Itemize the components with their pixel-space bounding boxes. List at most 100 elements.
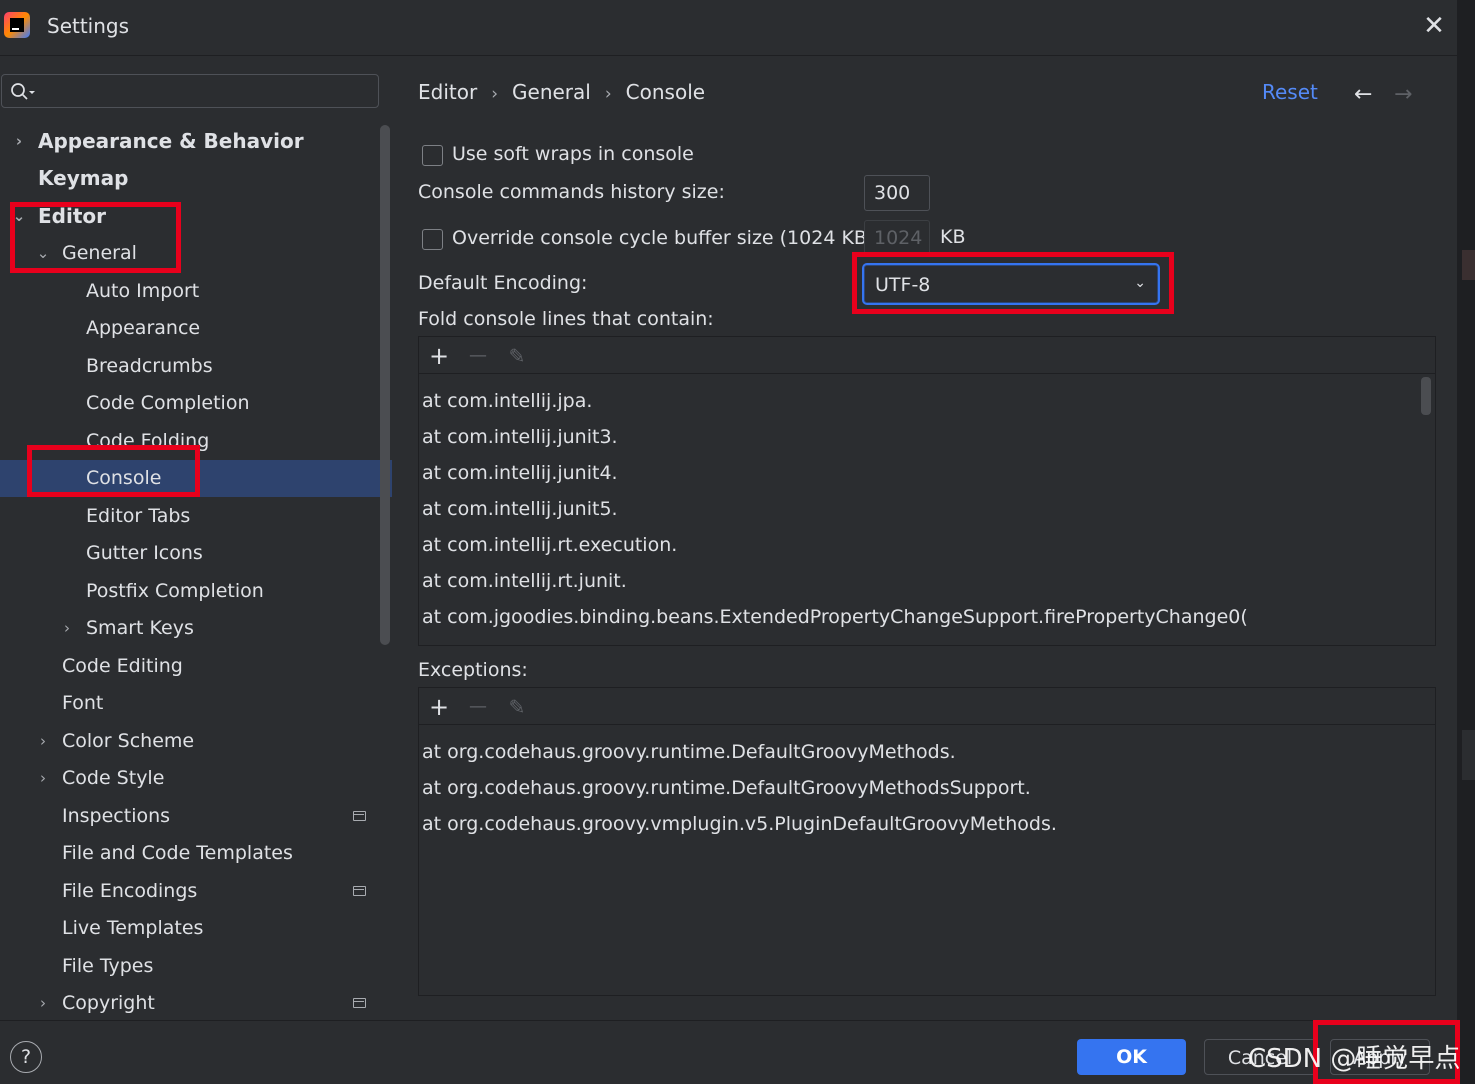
sidebar-item-keymap[interactable]: Keymap: [0, 160, 392, 197]
sidebar-item-gutter-icons[interactable]: Gutter Icons: [0, 535, 392, 572]
list-item[interactable]: at com.jgoodies.binding.beans.ExtendedPr…: [422, 599, 1248, 635]
chevron-right-icon: ›: [40, 732, 46, 750]
sidebar-item-file-types[interactable]: File Types: [0, 948, 392, 985]
list-item[interactable]: at com.intellij.jpa.: [422, 383, 592, 419]
sidebar-scrollbar[interactable]: [380, 125, 390, 645]
arrow-right-icon: →: [1394, 82, 1413, 107]
chevron-right-icon: ›: [40, 994, 46, 1012]
sidebar-item-font[interactable]: Font: [0, 685, 392, 722]
chevron-right-icon: ›: [15, 132, 23, 150]
sidebar-item-code-completion[interactable]: Code Completion: [0, 385, 392, 422]
help-icon[interactable]: ?: [10, 1041, 42, 1073]
sidebar-item-label: Inspections: [62, 805, 171, 827]
dialog-footer: ? OK Cancel Apply: [0, 1020, 1458, 1084]
list-item[interactable]: at com.intellij.rt.execution.: [422, 527, 677, 563]
sidebar-item-label: Smart Keys: [86, 617, 194, 639]
exceptions-list: + — ✎ at org.codehaus.groovy.runtime.Def…: [418, 687, 1436, 996]
breadcrumb-separator: ›: [604, 84, 612, 104]
sidebar-item-color-scheme[interactable]: › Color Scheme: [0, 723, 392, 760]
sidebar-item-label: Auto Import: [86, 280, 200, 302]
sidebar-item-label: Copyright: [62, 992, 155, 1014]
project-scope-icon: [353, 886, 366, 896]
sidebar-item-code-style[interactable]: › Code Style: [0, 760, 392, 797]
sidebar-item-label: Code Completion: [86, 392, 250, 414]
fold-lines-scrollbar[interactable]: [1421, 377, 1431, 415]
sidebar-item-label: Appearance: [86, 317, 201, 339]
ok-button[interactable]: OK: [1077, 1039, 1186, 1075]
buffer-unit-label: KB: [940, 226, 966, 248]
chevron-right-icon: ›: [40, 769, 46, 787]
reset-link[interactable]: Reset: [1262, 80, 1318, 104]
exceptions-toolbar: + — ✎: [419, 688, 1435, 725]
sidebar-item-copyright[interactable]: › Copyright: [0, 985, 392, 1020]
add-icon[interactable]: +: [425, 693, 453, 721]
sidebar-item-code-editing[interactable]: Code Editing: [0, 648, 392, 685]
breadcrumb-item: Console: [625, 80, 706, 104]
breadcrumb-item[interactable]: Editor: [418, 80, 477, 104]
breadcrumb: Editor › General › Console: [418, 80, 705, 104]
sidebar-item-auto-import[interactable]: Auto Import: [0, 273, 392, 310]
window-title: Settings: [47, 14, 130, 38]
arrow-left-icon[interactable]: ←: [1354, 82, 1372, 107]
sidebar-item-label: File Types: [62, 955, 154, 977]
remove-icon: —: [469, 345, 487, 366]
project-scope-icon: [353, 811, 366, 821]
sidebar-item-file-and-code-templates[interactable]: File and Code Templates: [0, 835, 392, 872]
edit-icon: ✎: [508, 695, 526, 719]
breadcrumb-item[interactable]: General: [512, 80, 591, 104]
sidebar-item-breadcrumbs[interactable]: Breadcrumbs: [0, 348, 392, 385]
add-icon[interactable]: +: [425, 342, 453, 370]
fold-lines-toolbar: + — ✎: [419, 337, 1435, 374]
list-item[interactable]: at org.codehaus.groovy.vmplugin.v5.Plugi…: [422, 806, 1057, 842]
list-item[interactable]: at com.intellij.rt.junit.: [422, 563, 627, 599]
sidebar-item-inspections[interactable]: Inspections: [0, 798, 392, 835]
sidebar-item-label: Postfix Completion: [86, 580, 264, 602]
fold-lines-label: Fold console lines that contain:: [418, 308, 714, 330]
background-strip-marker: [1462, 250, 1475, 280]
exceptions-label: Exceptions:: [418, 659, 528, 681]
background-strip-marker: [1462, 730, 1475, 780]
search-input[interactable]: [1, 74, 379, 108]
close-icon[interactable]: ✕: [1420, 12, 1448, 40]
sidebar-item-label: Keymap: [38, 166, 129, 190]
annotation-highlight-box: [27, 445, 200, 497]
override-buffer-label: Override console cycle buffer size (1024…: [452, 227, 875, 249]
list-item[interactable]: at org.codehaus.groovy.runtime.DefaultGr…: [422, 734, 956, 770]
sidebar-item-label: Code Editing: [62, 655, 183, 677]
sidebar-item-label: Breadcrumbs: [86, 355, 213, 377]
title-bar: Settings ✕: [0, 0, 1458, 56]
sidebar-item-editor-tabs[interactable]: Editor Tabs: [0, 498, 392, 535]
sidebar-item-label: Color Scheme: [62, 730, 195, 752]
sidebar-item-file-encodings[interactable]: File Encodings: [0, 873, 392, 910]
sidebar-item-appearance[interactable]: Appearance: [0, 310, 392, 347]
sidebar-item-appearance-behavior[interactable]: › Appearance & Behavior: [0, 123, 392, 160]
buffer-size-field[interactable]: 1024: [864, 220, 930, 256]
csdn-watermark: CSDN @睡觉早点: [1248, 1044, 1461, 1074]
list-item[interactable]: at org.codehaus.groovy.runtime.DefaultGr…: [422, 770, 1031, 806]
remove-icon: —: [469, 696, 487, 717]
soft-wraps-label: Use soft wraps in console: [452, 143, 694, 165]
chevron-right-icon: ›: [64, 619, 70, 637]
sidebar-item-smart-keys[interactable]: › Smart Keys: [0, 610, 392, 647]
sidebar-item-live-templates[interactable]: Live Templates: [0, 910, 392, 947]
settings-dialog: Settings ✕ › Appearance & Behavior Keyma…: [0, 0, 1460, 1084]
jetbrains-logo-icon: [4, 12, 30, 38]
history-size-field[interactable]: 300: [864, 175, 930, 211]
sidebar-item-postfix-completion[interactable]: Postfix Completion: [0, 573, 392, 610]
breadcrumb-separator: ›: [491, 84, 499, 104]
list-item[interactable]: at com.intellij.junit3.: [422, 419, 618, 455]
sidebar-item-label: Gutter Icons: [86, 542, 203, 564]
sidebar-item-label: Font: [62, 692, 104, 714]
sidebar-item-label: Code Style: [62, 767, 165, 789]
list-item[interactable]: at com.intellij.junit4.: [422, 455, 618, 491]
history-size-label: Console commands history size:: [418, 181, 725, 203]
list-item[interactable]: at com.intellij.junit5.: [422, 491, 618, 527]
sidebar-item-label: Editor Tabs: [86, 505, 191, 527]
sidebar-item-label: File Encodings: [62, 880, 198, 902]
background-ide-strip: [1458, 0, 1475, 1084]
project-scope-icon: [353, 998, 366, 1008]
soft-wraps-checkbox[interactable]: [422, 145, 443, 166]
sidebar-item-label: Live Templates: [62, 917, 204, 939]
sidebar-item-label: Appearance & Behavior: [38, 129, 304, 153]
override-buffer-checkbox[interactable]: [422, 229, 443, 250]
